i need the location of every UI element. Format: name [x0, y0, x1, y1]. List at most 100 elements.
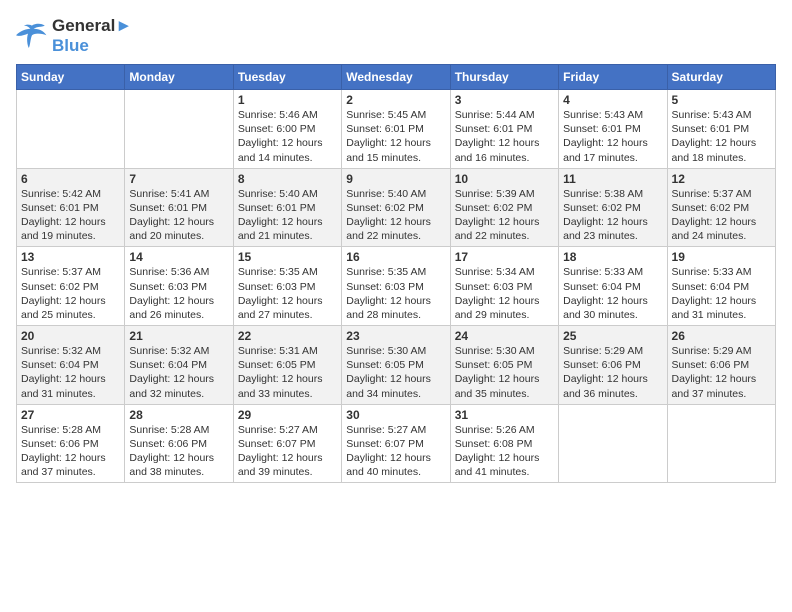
day-of-week-header: Wednesday	[342, 65, 450, 90]
calendar-day-cell: 8Sunrise: 5:40 AM Sunset: 6:01 PM Daylig…	[233, 168, 341, 247]
day-info: Sunrise: 5:34 AM Sunset: 6:03 PM Dayligh…	[455, 265, 554, 322]
day-info: Sunrise: 5:41 AM Sunset: 6:01 PM Dayligh…	[129, 187, 228, 244]
day-of-week-header: Monday	[125, 65, 233, 90]
calendar-day-cell: 21Sunrise: 5:32 AM Sunset: 6:04 PM Dayli…	[125, 326, 233, 405]
calendar-day-cell	[125, 90, 233, 169]
day-number: 7	[129, 172, 228, 186]
calendar-day-cell: 18Sunrise: 5:33 AM Sunset: 6:04 PM Dayli…	[559, 247, 667, 326]
day-info: Sunrise: 5:42 AM Sunset: 6:01 PM Dayligh…	[21, 187, 120, 244]
day-info: Sunrise: 5:45 AM Sunset: 6:01 PM Dayligh…	[346, 108, 445, 165]
day-number: 3	[455, 93, 554, 107]
day-info: Sunrise: 5:30 AM Sunset: 6:05 PM Dayligh…	[346, 344, 445, 401]
day-info: Sunrise: 5:39 AM Sunset: 6:02 PM Dayligh…	[455, 187, 554, 244]
day-of-week-header: Thursday	[450, 65, 558, 90]
day-of-week-header: Saturday	[667, 65, 775, 90]
page-header: General► Blue	[16, 16, 776, 56]
day-number: 18	[563, 250, 662, 264]
calendar-week-row: 20Sunrise: 5:32 AM Sunset: 6:04 PM Dayli…	[17, 326, 776, 405]
calendar-day-cell: 16Sunrise: 5:35 AM Sunset: 6:03 PM Dayli…	[342, 247, 450, 326]
day-info: Sunrise: 5:26 AM Sunset: 6:08 PM Dayligh…	[455, 423, 554, 480]
day-info: Sunrise: 5:44 AM Sunset: 6:01 PM Dayligh…	[455, 108, 554, 165]
day-info: Sunrise: 5:36 AM Sunset: 6:03 PM Dayligh…	[129, 265, 228, 322]
calendar-week-row: 1Sunrise: 5:46 AM Sunset: 6:00 PM Daylig…	[17, 90, 776, 169]
day-info: Sunrise: 5:27 AM Sunset: 6:07 PM Dayligh…	[346, 423, 445, 480]
calendar-day-cell: 23Sunrise: 5:30 AM Sunset: 6:05 PM Dayli…	[342, 326, 450, 405]
calendar-header-row: SundayMondayTuesdayWednesdayThursdayFrid…	[17, 65, 776, 90]
logo: General► Blue	[16, 16, 132, 56]
day-info: Sunrise: 5:43 AM Sunset: 6:01 PM Dayligh…	[563, 108, 662, 165]
day-info: Sunrise: 5:35 AM Sunset: 6:03 PM Dayligh…	[346, 265, 445, 322]
calendar-day-cell: 7Sunrise: 5:41 AM Sunset: 6:01 PM Daylig…	[125, 168, 233, 247]
calendar-day-cell: 14Sunrise: 5:36 AM Sunset: 6:03 PM Dayli…	[125, 247, 233, 326]
day-number: 19	[672, 250, 771, 264]
logo-text: General► Blue	[52, 16, 132, 56]
day-number: 25	[563, 329, 662, 343]
calendar-day-cell: 22Sunrise: 5:31 AM Sunset: 6:05 PM Dayli…	[233, 326, 341, 405]
calendar-day-cell: 11Sunrise: 5:38 AM Sunset: 6:02 PM Dayli…	[559, 168, 667, 247]
calendar-table: SundayMondayTuesdayWednesdayThursdayFrid…	[16, 64, 776, 483]
day-number: 28	[129, 408, 228, 422]
day-number: 20	[21, 329, 120, 343]
day-number: 27	[21, 408, 120, 422]
day-number: 9	[346, 172, 445, 186]
day-number: 10	[455, 172, 554, 186]
day-number: 17	[455, 250, 554, 264]
day-number: 11	[563, 172, 662, 186]
day-number: 31	[455, 408, 554, 422]
calendar-day-cell: 5Sunrise: 5:43 AM Sunset: 6:01 PM Daylig…	[667, 90, 775, 169]
calendar-day-cell: 13Sunrise: 5:37 AM Sunset: 6:02 PM Dayli…	[17, 247, 125, 326]
day-number: 16	[346, 250, 445, 264]
day-number: 30	[346, 408, 445, 422]
day-number: 14	[129, 250, 228, 264]
day-number: 15	[238, 250, 337, 264]
calendar-week-row: 13Sunrise: 5:37 AM Sunset: 6:02 PM Dayli…	[17, 247, 776, 326]
day-info: Sunrise: 5:33 AM Sunset: 6:04 PM Dayligh…	[672, 265, 771, 322]
calendar-day-cell: 29Sunrise: 5:27 AM Sunset: 6:07 PM Dayli…	[233, 404, 341, 483]
calendar-day-cell: 31Sunrise: 5:26 AM Sunset: 6:08 PM Dayli…	[450, 404, 558, 483]
day-of-week-header: Sunday	[17, 65, 125, 90]
calendar-day-cell: 1Sunrise: 5:46 AM Sunset: 6:00 PM Daylig…	[233, 90, 341, 169]
calendar-day-cell: 25Sunrise: 5:29 AM Sunset: 6:06 PM Dayli…	[559, 326, 667, 405]
day-number: 22	[238, 329, 337, 343]
calendar-day-cell	[559, 404, 667, 483]
day-number: 8	[238, 172, 337, 186]
day-number: 24	[455, 329, 554, 343]
calendar-day-cell	[667, 404, 775, 483]
calendar-day-cell: 19Sunrise: 5:33 AM Sunset: 6:04 PM Dayli…	[667, 247, 775, 326]
calendar-week-row: 27Sunrise: 5:28 AM Sunset: 6:06 PM Dayli…	[17, 404, 776, 483]
calendar-day-cell: 20Sunrise: 5:32 AM Sunset: 6:04 PM Dayli…	[17, 326, 125, 405]
calendar-day-cell: 28Sunrise: 5:28 AM Sunset: 6:06 PM Dayli…	[125, 404, 233, 483]
day-number: 2	[346, 93, 445, 107]
day-info: Sunrise: 5:32 AM Sunset: 6:04 PM Dayligh…	[21, 344, 120, 401]
day-info: Sunrise: 5:32 AM Sunset: 6:04 PM Dayligh…	[129, 344, 228, 401]
day-info: Sunrise: 5:46 AM Sunset: 6:00 PM Dayligh…	[238, 108, 337, 165]
day-number: 6	[21, 172, 120, 186]
day-info: Sunrise: 5:38 AM Sunset: 6:02 PM Dayligh…	[563, 187, 662, 244]
calendar-day-cell: 15Sunrise: 5:35 AM Sunset: 6:03 PM Dayli…	[233, 247, 341, 326]
calendar-day-cell: 6Sunrise: 5:42 AM Sunset: 6:01 PM Daylig…	[17, 168, 125, 247]
day-number: 29	[238, 408, 337, 422]
calendar-week-row: 6Sunrise: 5:42 AM Sunset: 6:01 PM Daylig…	[17, 168, 776, 247]
day-number: 21	[129, 329, 228, 343]
calendar-day-cell: 10Sunrise: 5:39 AM Sunset: 6:02 PM Dayli…	[450, 168, 558, 247]
calendar-day-cell: 17Sunrise: 5:34 AM Sunset: 6:03 PM Dayli…	[450, 247, 558, 326]
day-of-week-header: Tuesday	[233, 65, 341, 90]
day-number: 5	[672, 93, 771, 107]
day-number: 12	[672, 172, 771, 186]
logo-bird-icon	[16, 22, 48, 50]
calendar-day-cell: 3Sunrise: 5:44 AM Sunset: 6:01 PM Daylig…	[450, 90, 558, 169]
calendar-day-cell: 2Sunrise: 5:45 AM Sunset: 6:01 PM Daylig…	[342, 90, 450, 169]
calendar-day-cell: 9Sunrise: 5:40 AM Sunset: 6:02 PM Daylig…	[342, 168, 450, 247]
day-info: Sunrise: 5:37 AM Sunset: 6:02 PM Dayligh…	[672, 187, 771, 244]
day-info: Sunrise: 5:29 AM Sunset: 6:06 PM Dayligh…	[563, 344, 662, 401]
day-info: Sunrise: 5:33 AM Sunset: 6:04 PM Dayligh…	[563, 265, 662, 322]
calendar-day-cell: 26Sunrise: 5:29 AM Sunset: 6:06 PM Dayli…	[667, 326, 775, 405]
day-info: Sunrise: 5:31 AM Sunset: 6:05 PM Dayligh…	[238, 344, 337, 401]
day-info: Sunrise: 5:30 AM Sunset: 6:05 PM Dayligh…	[455, 344, 554, 401]
calendar-day-cell: 30Sunrise: 5:27 AM Sunset: 6:07 PM Dayli…	[342, 404, 450, 483]
day-number: 1	[238, 93, 337, 107]
day-of-week-header: Friday	[559, 65, 667, 90]
day-number: 13	[21, 250, 120, 264]
day-number: 4	[563, 93, 662, 107]
day-info: Sunrise: 5:40 AM Sunset: 6:01 PM Dayligh…	[238, 187, 337, 244]
